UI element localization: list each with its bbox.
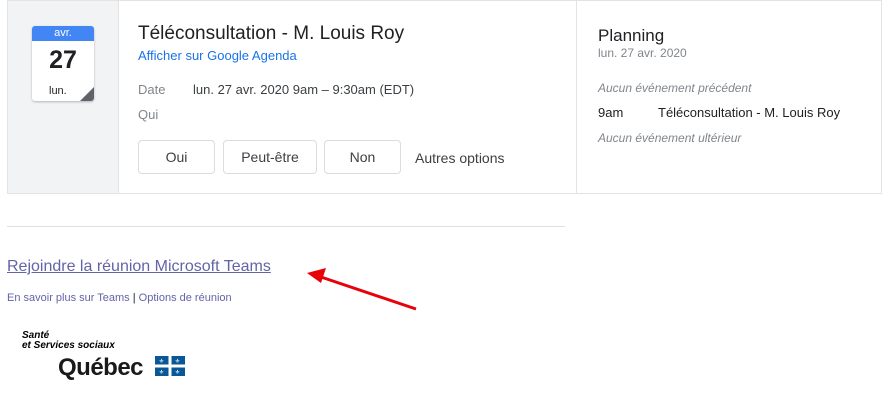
logo-line-services: et Services sociaux — [22, 340, 115, 351]
svg-text:⚜: ⚜ — [175, 369, 180, 376]
calendar-weekday: lun. — [49, 85, 67, 97]
quebec-health-logo: Santé et Services sociaux Québec ⚜ ⚜ ⚜ ⚜ — [22, 330, 202, 385]
divider — [7, 226, 565, 227]
calendar-day: 27 — [49, 46, 77, 74]
red-arrow-annotation — [307, 268, 417, 311]
learn-more-teams-link[interactable]: En savoir plus sur Teams — [7, 292, 130, 304]
rsvp-yes-button[interactable]: Oui — [138, 140, 215, 174]
invitation-card: avr. 27 lun. Téléconsultation - M. Louis… — [7, 0, 882, 194]
more-options-button[interactable]: Autres options — [415, 150, 505, 166]
no-next-event: Aucun événement ultérieur — [598, 131, 742, 145]
quebec-flag-icon: ⚜ ⚜ ⚜ ⚜ — [155, 356, 185, 376]
link-separator: | — [132, 292, 136, 304]
rsvp-maybe-button[interactable]: Peut-être — [223, 140, 317, 174]
who-label: Qui — [138, 107, 159, 122]
rsvp-no-button[interactable]: Non — [324, 140, 401, 174]
agenda-panel: Planning lun. 27 avr. 2020 Aucun événeme… — [576, 1, 882, 193]
calendar-month: avr. — [32, 26, 94, 41]
date-column: avr. 27 lun. — [8, 1, 119, 193]
no-previous-event: Aucun événement précédent — [598, 81, 752, 95]
event-title: Téléconsultation - M. Louis Roy — [138, 23, 405, 44]
view-in-google-calendar-link[interactable]: Afficher sur Google Agenda — [138, 48, 297, 63]
svg-text:⚜: ⚜ — [159, 369, 164, 376]
date-label: Date — [138, 82, 166, 97]
agenda-item-time: 9am — [598, 105, 624, 120]
page-fold-icon — [80, 87, 94, 101]
meeting-options-link[interactable]: Options de réunion — [139, 292, 232, 304]
join-teams-meeting-link[interactable]: Rejoindre la réunion Microsoft Teams — [7, 258, 271, 276]
agenda-date: lun. 27 avr. 2020 — [598, 46, 687, 60]
agenda-item-title[interactable]: Téléconsultation - M. Louis Roy — [658, 105, 840, 120]
svg-text:⚜: ⚜ — [175, 358, 180, 365]
agenda-title: Planning — [598, 26, 665, 45]
teams-secondary-links: En savoir plus sur Teams | Options de ré… — [7, 292, 232, 304]
calendar-date-icon: avr. 27 lun. — [32, 26, 94, 101]
date-value: lun. 27 avr. 2020 9am – 9:30am (EDT) — [193, 82, 415, 97]
logo-quebec: Québec — [58, 354, 144, 381]
svg-text:⚜: ⚜ — [159, 358, 164, 365]
